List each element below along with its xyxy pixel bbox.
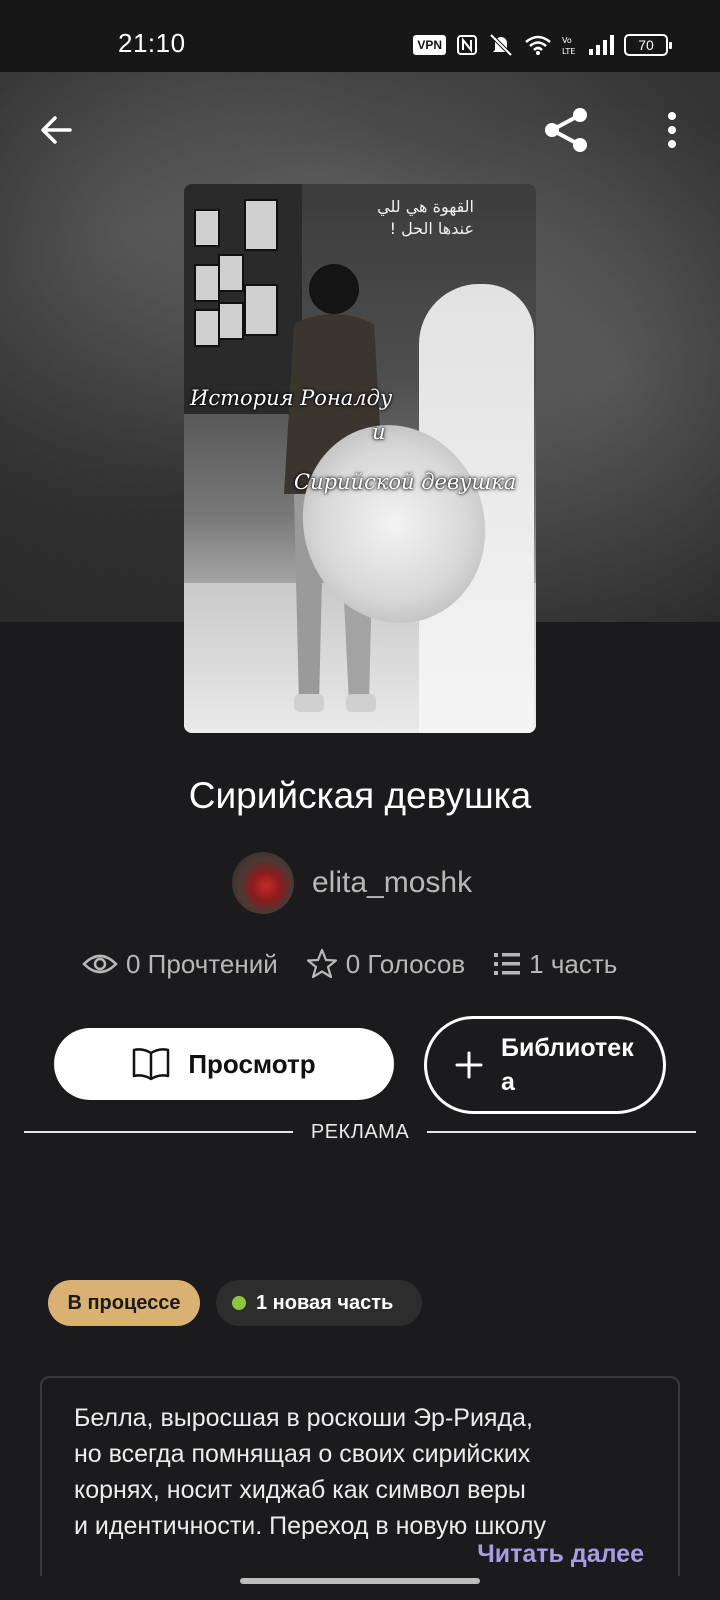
cover-poster bbox=[194, 264, 220, 302]
vpn-icon: VPN bbox=[413, 35, 446, 55]
status-time: 21:10 bbox=[118, 28, 186, 58]
share-icon bbox=[545, 108, 587, 152]
divider bbox=[427, 1131, 697, 1133]
add-to-library-label: Библиотека bbox=[501, 1034, 634, 1096]
avatar bbox=[232, 852, 294, 914]
parts-count: 1 часть bbox=[529, 948, 618, 979]
story-title: Сирийская девушка bbox=[188, 775, 532, 816]
book-cover[interactable]: القهوة هي للي عندها الحل ! История Ронал… bbox=[184, 184, 536, 733]
open-book-icon bbox=[133, 1048, 170, 1081]
cover-overlay-line: История Роналду bbox=[190, 386, 393, 410]
new-indicator-dot bbox=[232, 1296, 246, 1310]
cover-arabic-line: عندها الحل ! bbox=[389, 219, 474, 238]
new-part-label: 1 новая часть bbox=[256, 1291, 394, 1314]
home-indicator[interactable] bbox=[240, 1578, 480, 1584]
more-vertical-icon bbox=[668, 112, 676, 148]
votes-count: 0 Голосов bbox=[345, 948, 466, 979]
cover-poster bbox=[194, 309, 220, 347]
description-box[interactable]: Белла, выросшая в роскоши Эр-Рияда, но в… bbox=[40, 1376, 680, 1576]
view-button-label: Просмотр bbox=[188, 1048, 316, 1079]
star-icon bbox=[306, 948, 337, 979]
ad-label: РЕКЛАМА bbox=[310, 1120, 410, 1143]
cover-arabic-line: القهوة هي للي bbox=[377, 197, 474, 216]
wifi-icon bbox=[525, 35, 551, 55]
reads-stat: 0 Прочтений bbox=[82, 949, 278, 980]
svg-text:Vo: Vo bbox=[562, 36, 572, 45]
author-link[interactable]: elita_moshk bbox=[232, 852, 472, 914]
ad-separator: РЕКЛАМА bbox=[24, 1119, 697, 1145]
mute-icon bbox=[489, 33, 513, 57]
signal-icon bbox=[589, 35, 614, 55]
view-button[interactable]: Просмотр bbox=[54, 1028, 394, 1100]
more-options-button[interactable] bbox=[642, 100, 702, 160]
volte-icon: Vo LTE bbox=[562, 36, 575, 56]
description-line: Белла, выросшая в роскоши Эр-Рияда, bbox=[74, 1404, 533, 1432]
description-text: Белла, выросшая в роскоши Эр-Рияда, но в… bbox=[74, 1400, 648, 1544]
svg-text:LTE: LTE bbox=[562, 47, 575, 56]
cover-overlay-line: Сирийской девушка bbox=[294, 470, 517, 494]
nfc-icon bbox=[457, 35, 477, 55]
cover-overlay-line: и bbox=[372, 420, 386, 444]
story-stats: 0 Прочтений 0 Голосов 1 часть bbox=[82, 948, 617, 980]
divider bbox=[24, 1131, 293, 1133]
cover-poster bbox=[218, 302, 244, 340]
cover-poster bbox=[218, 254, 244, 292]
votes-stat: 0 Голосов bbox=[306, 948, 465, 980]
add-to-library-button[interactable]: Библиотека bbox=[424, 1016, 666, 1114]
author-name: elita_moshk bbox=[312, 866, 473, 899]
new-part-badge: 1 новая часть bbox=[216, 1280, 422, 1326]
cover-arabic-text: القهوة هي للي عندها الحل ! bbox=[377, 196, 474, 240]
read-more-link[interactable]: Читать далее bbox=[477, 1540, 644, 1569]
back-arrow-icon bbox=[41, 116, 72, 144]
plus-icon bbox=[455, 1051, 483, 1079]
cover-poster bbox=[194, 209, 220, 247]
list-icon bbox=[494, 953, 521, 975]
description-line: но всегда помнящая о своих сирийских bbox=[74, 1440, 531, 1468]
eye-icon bbox=[82, 954, 118, 974]
share-button[interactable] bbox=[537, 100, 597, 160]
reads-count: 0 Прочтений bbox=[126, 948, 278, 979]
status-badge: В процессе bbox=[48, 1280, 200, 1326]
description-line: и идентичности. Переход в новую школу bbox=[74, 1512, 546, 1540]
battery-level: 70 bbox=[638, 37, 654, 53]
status-icons: VPN Vo LTE 70 bbox=[413, 30, 672, 60]
parts-stat: 1 часть bbox=[493, 949, 617, 980]
back-button[interactable] bbox=[26, 100, 86, 160]
description-line: корнях, носит хиджаб как символ веры bbox=[74, 1476, 526, 1504]
status-bar: 21:10 VPN Vo LTE 70 bbox=[0, 0, 720, 72]
battery-icon: 70 bbox=[624, 34, 672, 56]
cover-poster bbox=[244, 199, 278, 251]
